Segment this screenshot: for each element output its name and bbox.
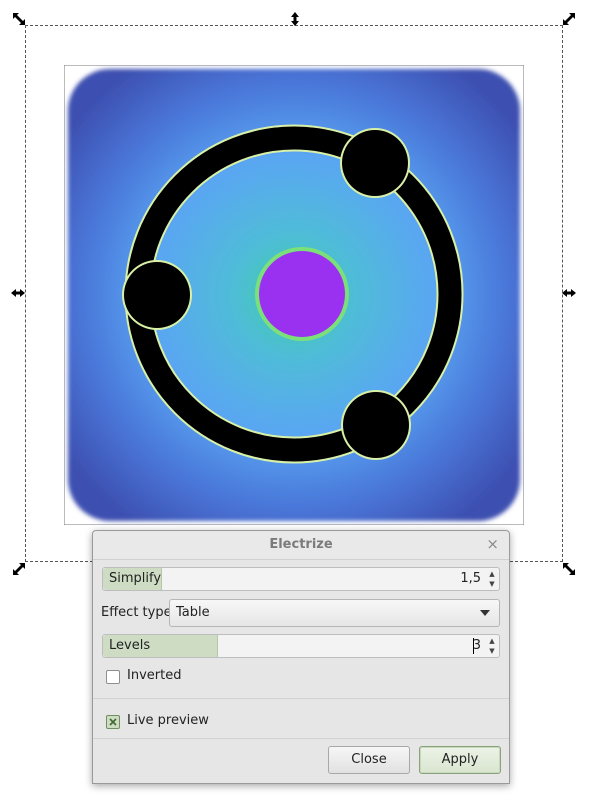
chevron-down-icon [480, 610, 490, 616]
resize-handle-right-icon[interactable] [561, 285, 577, 301]
close-button[interactable]: Close [328, 746, 410, 774]
text-cursor [473, 638, 474, 654]
dialog-title: Electrize [269, 537, 333, 552]
checkmark-icon [109, 718, 117, 726]
apply-button[interactable]: Apply [419, 746, 501, 774]
resize-handle-top-left-icon[interactable] [11, 11, 27, 27]
effect-type-label: Effect type: [101, 605, 176, 620]
levels-label: Levels [109, 638, 151, 653]
effect-type-select[interactable]: Table [169, 599, 500, 627]
simplify-slider[interactable]: Simplify 1,5 ▲ ▼ [102, 567, 500, 591]
close-icon[interactable]: × [486, 535, 499, 553]
resize-handle-top-right-icon[interactable] [561, 11, 577, 27]
artwork-image [64, 65, 524, 525]
simplify-label: Simplify [109, 571, 162, 586]
live-preview-label[interactable]: Live preview [127, 713, 209, 728]
inverted-label[interactable]: Inverted [127, 668, 181, 683]
levels-slider[interactable]: Levels 3 ▲ ▼ [102, 634, 500, 658]
simplify-value[interactable]: 1,5 [460, 571, 481, 586]
electrize-dialog: Electrize × Simplify 1,5 ▲ ▼ Effect type:… [92, 530, 510, 784]
levels-spin-arrows-icon[interactable]: ▲ ▼ [487, 636, 497, 656]
resize-handle-left-icon[interactable] [10, 285, 26, 301]
live-preview-checkbox[interactable] [106, 715, 120, 729]
resize-handle-bottom-right-icon[interactable] [561, 561, 577, 577]
separator [93, 738, 509, 739]
resize-handle-bottom-left-icon[interactable] [11, 561, 27, 577]
dialog-titlebar[interactable]: Electrize × [93, 531, 509, 560]
inverted-checkbox[interactable] [106, 670, 120, 684]
effect-type-selected: Table [176, 605, 210, 620]
simplify-spin-arrows-icon[interactable]: ▲ ▼ [487, 569, 497, 589]
separator [93, 698, 509, 699]
resize-handle-top-icon[interactable] [287, 11, 303, 27]
